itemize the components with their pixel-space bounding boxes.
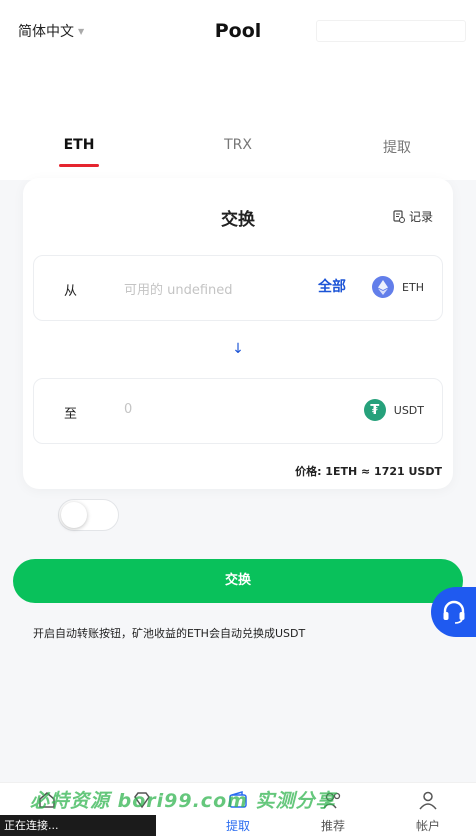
from-coin[interactable]: ETH: [372, 276, 424, 298]
price-label: 价格: 1ETH ≈ 1721 USDT: [295, 465, 442, 478]
nav-account-label: 帐户: [415, 819, 440, 833]
from-label: 从: [64, 284, 78, 299]
from-row: 从 可用的 undefined 全部 ETH: [33, 255, 443, 321]
customer-support-button[interactable]: [431, 587, 476, 637]
header: 简体中文 ▼ Pool: [0, 0, 476, 64]
exchange-button[interactable]: 交换: [13, 559, 463, 603]
to-row: 至 0 ₮ USDT: [33, 378, 443, 444]
browser-status-bar: 正在连接...: [0, 815, 156, 836]
nav-referral-label: 推荐: [320, 819, 345, 833]
all-button[interactable]: 全部: [318, 276, 346, 296]
auto-convert-toggle[interactable]: [58, 499, 119, 531]
tab-eth[interactable]: ETH: [39, 137, 119, 153]
records-label: 记录: [408, 210, 433, 224]
to-amount-value: 0: [124, 402, 133, 417]
records-icon: [393, 210, 405, 223]
nav-withdraw-label: 提取: [225, 819, 250, 833]
tab-withdraw[interactable]: 提取: [357, 137, 437, 157]
tab-bar: ETH TRX 提取: [0, 130, 476, 170]
user-icon: [419, 791, 437, 810]
to-coin[interactable]: ₮ USDT: [363, 399, 424, 421]
headset-icon: [443, 600, 465, 624]
watermark-text: 必特资源 bori99.com 实测分享: [30, 790, 336, 812]
wallet-connect-box[interactable]: [316, 20, 466, 42]
exchange-card: 交换 记录 从 可用的 undefined 全部 ETH ↓ 至 0 ₮ USD…: [23, 178, 453, 489]
records-link[interactable]: 记录: [393, 208, 433, 225]
tab-trx[interactable]: TRX: [198, 137, 278, 153]
from-coin-label: ETH: [402, 280, 424, 294]
active-tab-indicator: [59, 164, 99, 167]
nav-account[interactable]: 帐户: [393, 789, 463, 834]
exchange-title: 交换: [221, 210, 255, 230]
toggle-knob: [61, 502, 87, 528]
auto-convert-note: 开启自动转账按钮，矿池收益的ETH会自动兑换成USDT: [33, 627, 306, 640]
swap-arrow-icon[interactable]: ↓: [23, 341, 453, 357]
usdt-icon: ₮: [363, 399, 386, 421]
to-label: 至: [64, 407, 78, 422]
eth-icon: [372, 276, 395, 298]
to-coin-label: USDT: [393, 403, 424, 417]
from-amount-input[interactable]: 可用的 undefined: [124, 279, 233, 298]
